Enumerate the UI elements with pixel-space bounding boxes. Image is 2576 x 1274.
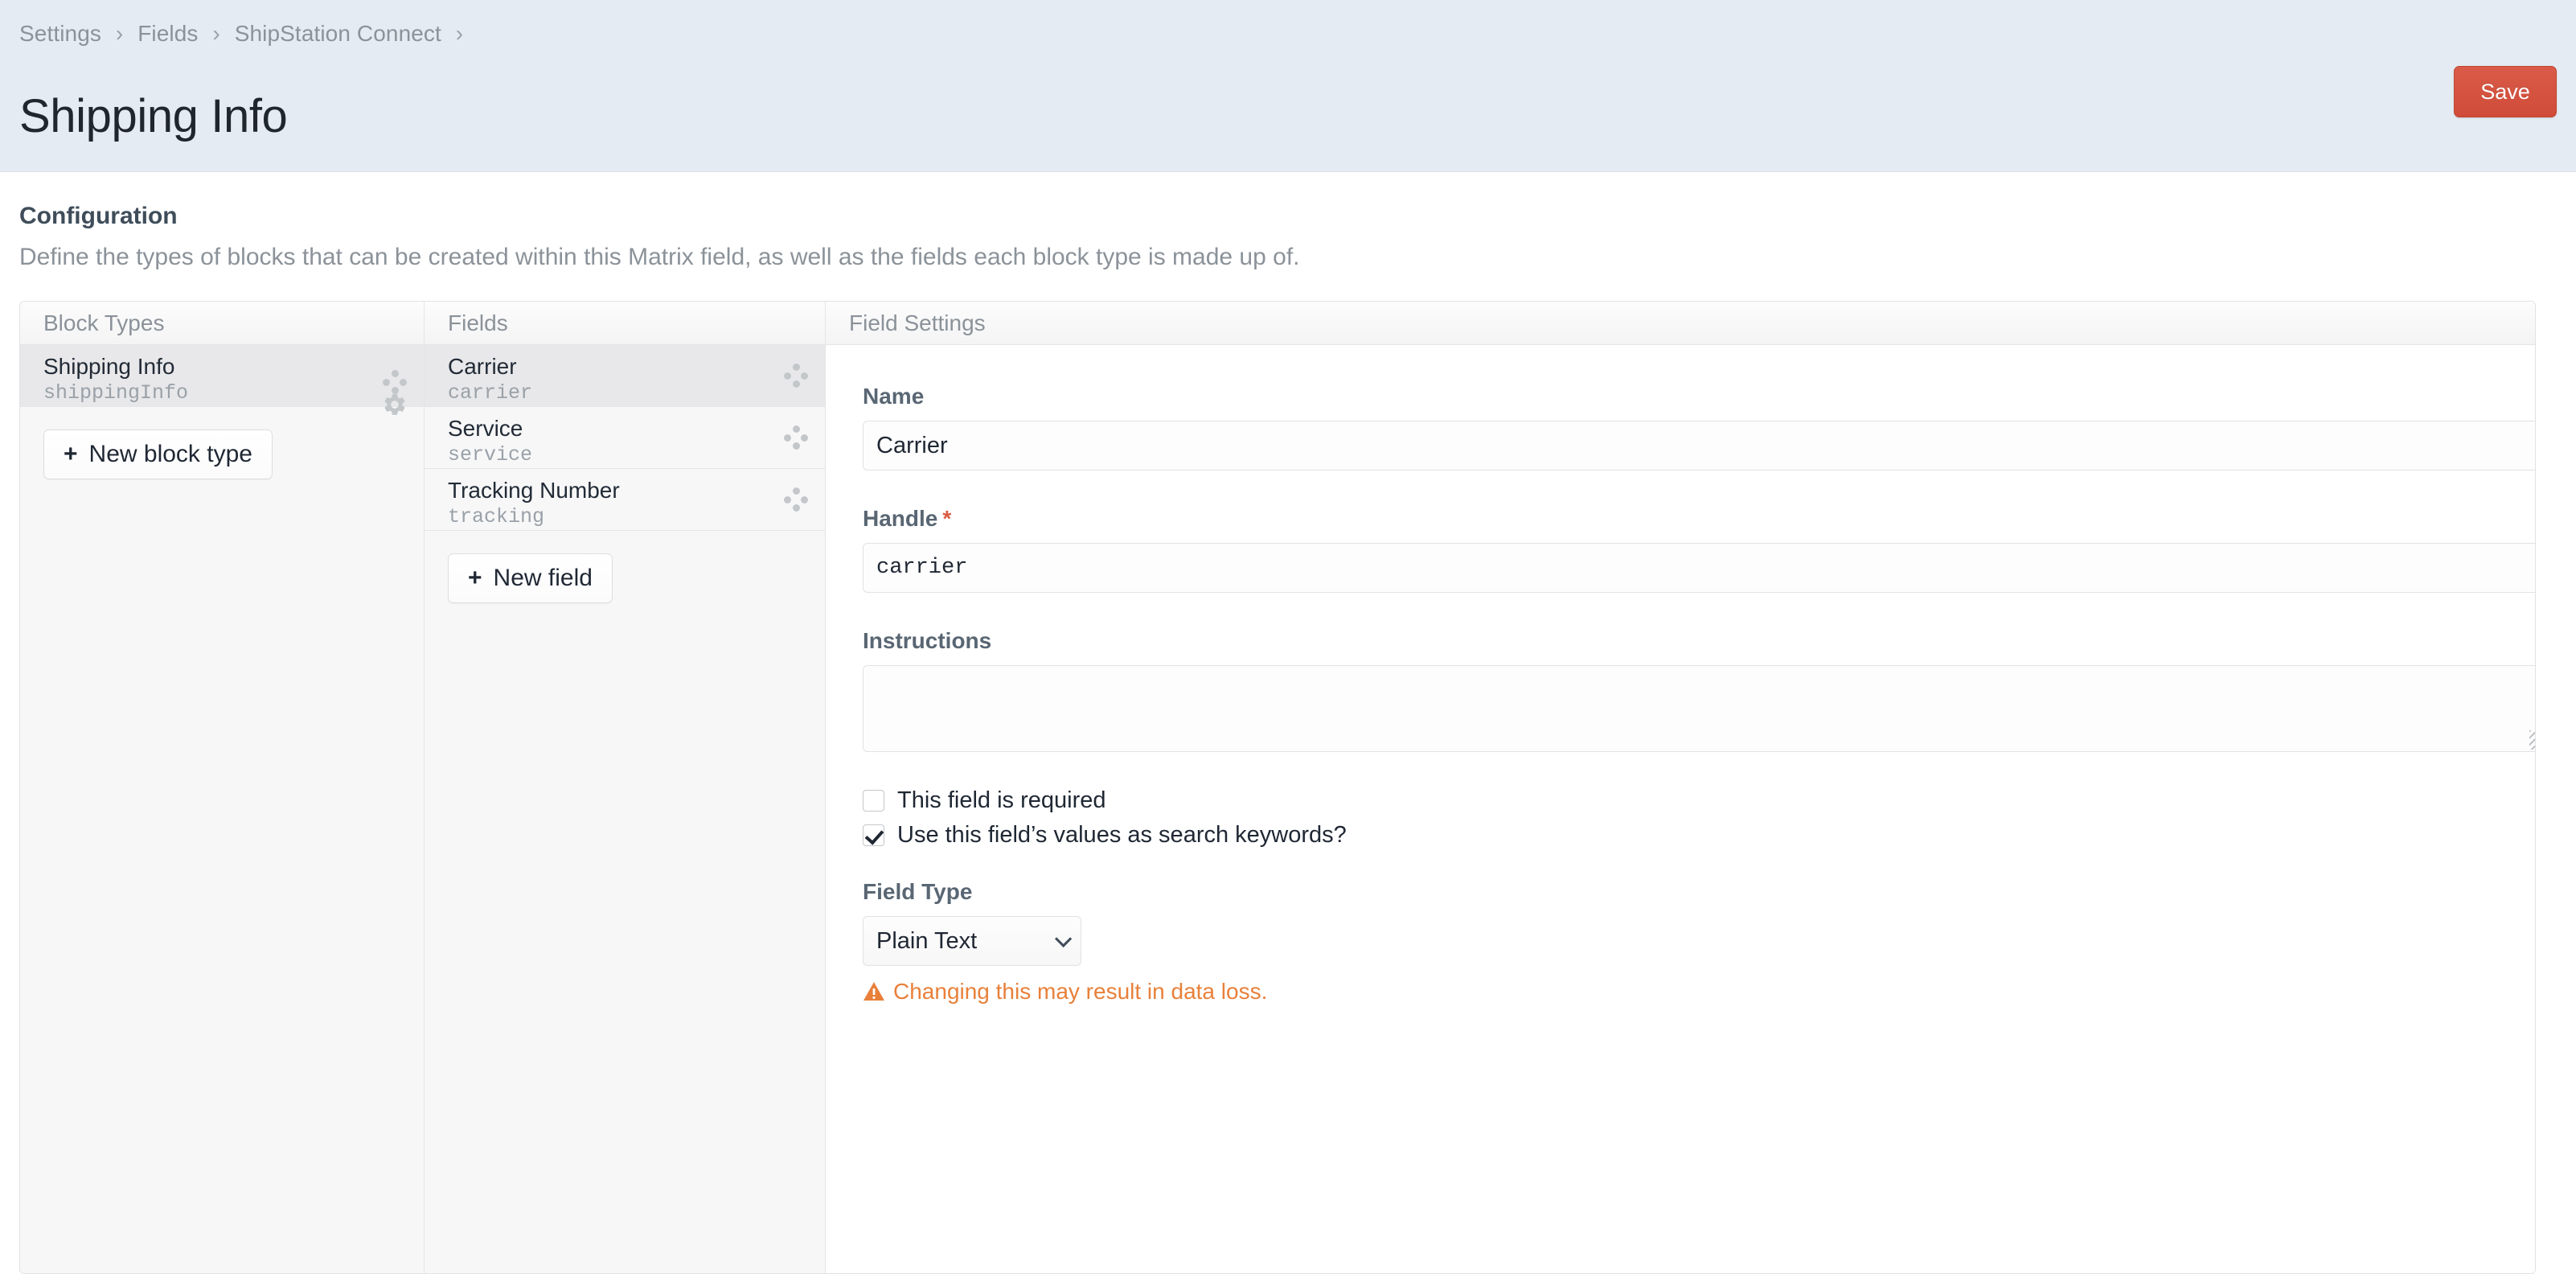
page-title: Shipping Info xyxy=(19,92,287,142)
field-type-label: Field Type xyxy=(863,879,2498,905)
field-row-service[interactable]: Service service xyxy=(425,407,825,469)
search-keywords-checkbox[interactable] xyxy=(863,824,884,846)
block-type-name: Shipping Info xyxy=(43,353,424,380)
new-field-button-label: New field xyxy=(494,565,593,592)
block-type-handle: shippingInfo xyxy=(43,380,424,406)
save-button-label: Save xyxy=(2480,80,2530,105)
field-row-carrier[interactable]: Carrier carrier xyxy=(425,345,825,407)
breadcrumb-separator: › xyxy=(204,21,228,46)
name-field-group: Name Carrier xyxy=(863,384,2498,471)
block-types-column: Block Types Shipping Info shippingInfo +… xyxy=(20,302,425,1273)
field-row-tracking-number[interactable]: Tracking Number tracking xyxy=(425,469,825,531)
required-asterisk: * xyxy=(937,506,951,531)
field-settings-column: Field Settings Name Carrier Handle* carr… xyxy=(826,302,2535,1273)
breadcrumb-separator: › xyxy=(448,21,471,46)
field-settings-form: Name Carrier Handle* carrier Instruction… xyxy=(826,345,2535,1005)
drag-handle-icon[interactable] xyxy=(784,425,808,450)
field-type-group: Field Type Plain Text Changing this may … xyxy=(863,879,2498,1005)
name-input-value: Carrier xyxy=(876,433,948,459)
new-block-type-button-label: New block type xyxy=(89,441,252,468)
name-field-label: Name xyxy=(863,384,2498,409)
chevron-down-icon xyxy=(1055,931,1072,947)
field-type-select[interactable]: Plain Text xyxy=(863,916,1081,966)
field-handle: service xyxy=(448,442,825,468)
handle-field-group: Handle* carrier xyxy=(863,506,2498,593)
fields-add-wrap: + New field xyxy=(425,531,825,603)
plus-icon: + xyxy=(468,566,482,590)
instructions-field-label: Instructions xyxy=(863,628,2498,654)
handle-input[interactable]: carrier xyxy=(863,543,2536,593)
name-input[interactable]: Carrier xyxy=(863,421,2536,471)
required-checkbox-label: This field is required xyxy=(897,787,1106,814)
search-keywords-checkbox-row[interactable]: Use this field’s values as search keywor… xyxy=(863,822,2498,849)
gear-icon[interactable] xyxy=(382,392,408,417)
plus-icon: + xyxy=(64,442,78,466)
handle-field-label: Handle* xyxy=(863,506,2498,532)
page-header: Settings › Fields › ShipStation Connect … xyxy=(0,0,2576,172)
drag-handle-icon[interactable] xyxy=(383,370,407,394)
breadcrumb-item-settings[interactable]: Settings xyxy=(19,21,101,46)
required-checkbox-row[interactable]: This field is required xyxy=(863,787,2498,814)
breadcrumb-separator: › xyxy=(108,21,131,46)
handle-input-value: carrier xyxy=(876,556,967,580)
breadcrumb-item-shipstation-connect[interactable]: ShipStation Connect xyxy=(235,21,441,46)
save-button[interactable]: Save xyxy=(2454,66,2557,117)
drag-handle-icon[interactable] xyxy=(784,364,808,388)
handle-field-label-text: Handle xyxy=(863,506,937,531)
field-name: Service xyxy=(448,415,825,442)
instructions-textarea[interactable] xyxy=(863,665,2536,752)
field-type-value: Plain Text xyxy=(876,928,977,955)
search-keywords-checkbox-label: Use this field’s values as search keywor… xyxy=(897,822,1347,849)
field-settings-column-header: Field Settings xyxy=(826,302,2535,345)
block-types-add-wrap: + New block type xyxy=(20,407,424,479)
matrix-configurator-panel: Block Types Shipping Info shippingInfo +… xyxy=(19,301,2536,1274)
field-name: Carrier xyxy=(448,353,825,380)
block-types-column-header: Block Types xyxy=(20,302,424,345)
new-field-button[interactable]: + New field xyxy=(448,553,613,603)
fields-column-header: Fields xyxy=(425,302,825,345)
checkbox-group: This field is required Use this field’s … xyxy=(863,787,2498,849)
breadcrumb-item-fields[interactable]: Fields xyxy=(137,21,198,46)
data-loss-warning: Changing this may result in data loss. xyxy=(863,979,2498,1005)
block-type-row-shipping-info[interactable]: Shipping Info shippingInfo xyxy=(20,345,424,407)
warning-triangle-icon xyxy=(863,981,885,1002)
fields-column: Fields Carrier carrier Service service T… xyxy=(425,302,826,1273)
required-checkbox[interactable] xyxy=(863,790,884,812)
drag-handle-icon[interactable] xyxy=(784,487,808,512)
configuration-heading: Configuration xyxy=(19,203,178,230)
data-loss-warning-text: Changing this may result in data loss. xyxy=(893,979,1267,1005)
breadcrumb: Settings › Fields › ShipStation Connect … xyxy=(19,21,471,47)
field-name: Tracking Number xyxy=(448,477,825,504)
configuration-description: Define the types of blocks that can be c… xyxy=(19,244,1300,271)
field-handle: carrier xyxy=(448,380,825,406)
new-block-type-button[interactable]: + New block type xyxy=(43,429,273,479)
field-handle: tracking xyxy=(448,504,825,530)
instructions-field-group: Instructions xyxy=(863,628,2498,752)
textarea-resize-handle[interactable] xyxy=(2529,730,2536,750)
